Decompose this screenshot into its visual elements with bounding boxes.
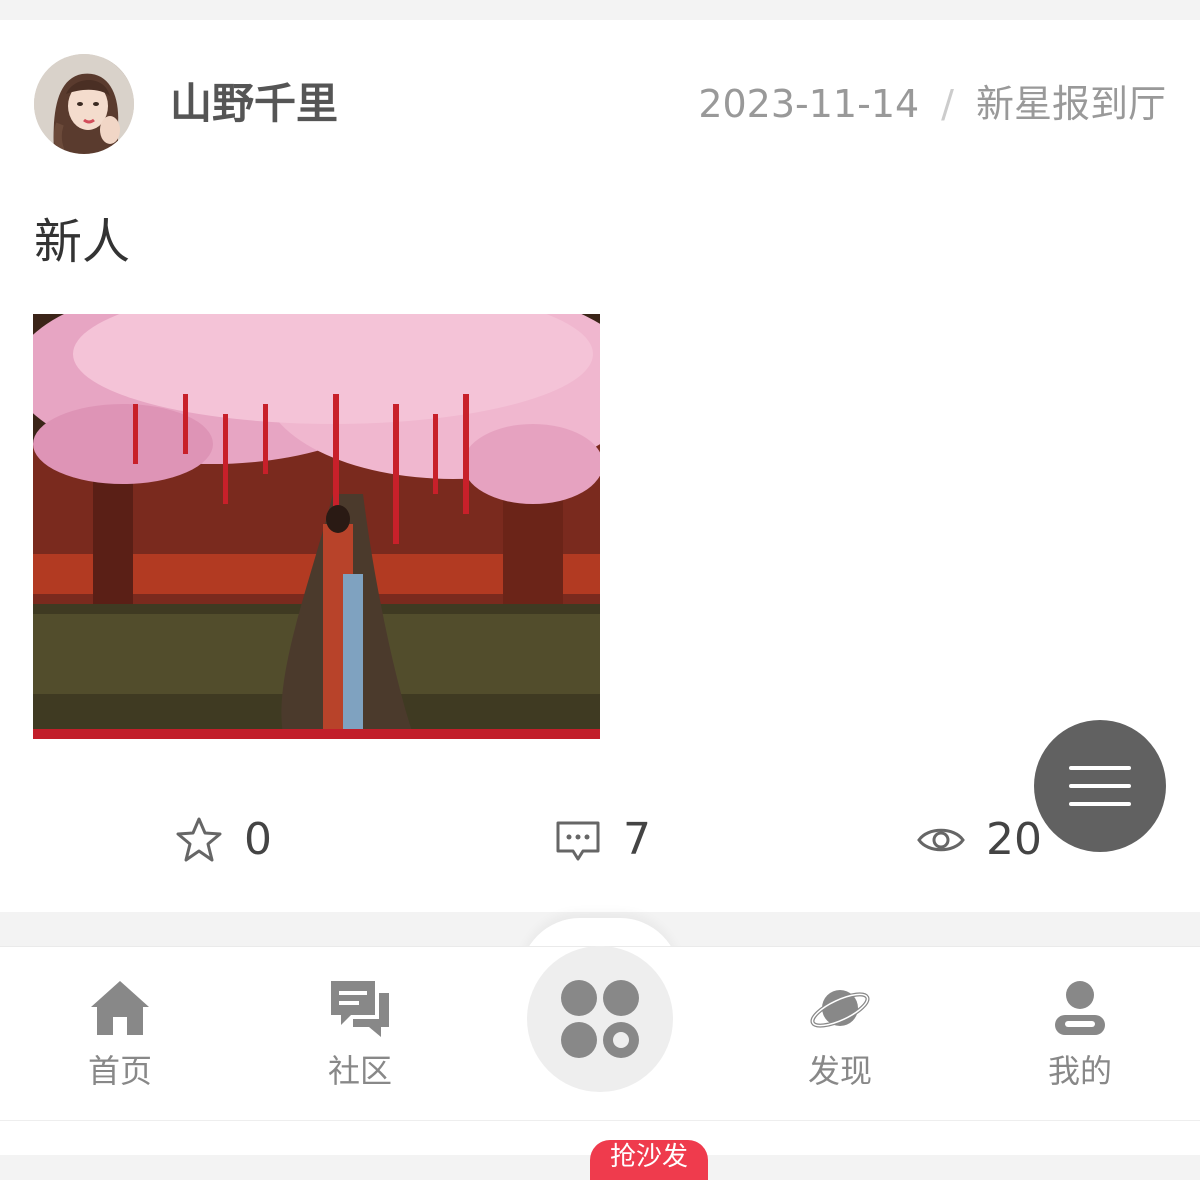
post-date: 2023-11-14 [698, 82, 920, 126]
post-photo [33, 314, 600, 739]
chat-bubbles-icon [331, 981, 389, 1037]
menu-fab-button[interactable] [1034, 720, 1166, 852]
top-strip [0, 0, 1200, 20]
post-text: 新人 [34, 214, 131, 270]
view-stat: 20 [916, 810, 1042, 870]
favorite-stat[interactable]: 0 [174, 810, 272, 870]
meta-separator: / [941, 82, 954, 126]
eye-icon [917, 828, 965, 852]
menu-line [1069, 784, 1131, 788]
post-card[interactable]: 山野千里 2023-11-14 / 新星报到厅 新人 0 7 20 [0, 20, 1200, 912]
menu-line [1069, 766, 1131, 770]
sofa-badge[interactable]: 抢沙发 [590, 1140, 708, 1180]
menu-line [1069, 802, 1131, 806]
user-icon [1055, 981, 1105, 1035]
comment-stat[interactable]: 7 [553, 810, 651, 870]
apps-grid-icon [561, 980, 639, 1058]
tab-community[interactable]: 社区 [280, 967, 440, 1091]
favorite-count: 0 [244, 814, 272, 865]
center-apps-button[interactable] [527, 946, 673, 1092]
home-icon [91, 981, 149, 1035]
comment-icon [556, 821, 600, 861]
avatar-image [34, 54, 134, 154]
tab-discover[interactable]: 发现 [760, 967, 920, 1091]
post-image[interactable] [33, 314, 600, 739]
planet-icon [810, 990, 870, 1028]
view-count: 20 [986, 814, 1042, 865]
post-meta: 2023-11-14 / 新星报到厅 [698, 78, 1166, 130]
post-channel[interactable]: 新星报到厅 [976, 82, 1166, 126]
tab-mine[interactable]: 我的 [1000, 967, 1160, 1091]
avatar[interactable] [34, 54, 134, 154]
username[interactable]: 山野千里 [170, 76, 338, 132]
tab-home[interactable]: 首页 [40, 967, 200, 1091]
tab-mine-label: 我的 [1047, 1052, 1112, 1090]
tab-discover-label: 发现 [807, 1052, 872, 1090]
tab-community-label: 社区 [327, 1052, 392, 1090]
post-stats: 0 7 20 [0, 810, 1200, 870]
tab-home-label: 首页 [87, 1052, 152, 1090]
comment-count: 7 [623, 814, 651, 865]
star-icon [176, 817, 222, 862]
